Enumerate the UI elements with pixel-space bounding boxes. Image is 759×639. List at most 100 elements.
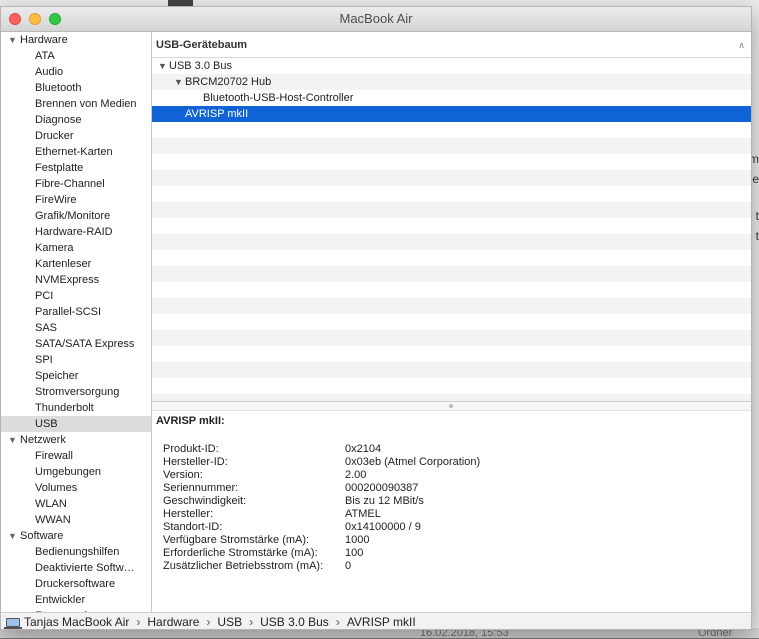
sidebar-category-netzwerk[interactable]: ▼ Netzwerk (1, 432, 151, 448)
detail-value: 0x14100000 / 9 (345, 521, 421, 533)
sidebar-item-volumes[interactable]: Volumes (1, 480, 151, 496)
main-pane: USB-Gerätebaum ∧ ▼ USB 3.0 Bus ▼ BRCM20702 … (152, 32, 751, 613)
tree-header-label: USB-Gerätebaum (156, 39, 248, 51)
sidebar-item-ata[interactable]: ATA (1, 48, 151, 64)
detail-row: Hersteller: ATMEL (156, 508, 751, 521)
sidebar-item-kartenleser[interactable]: Kartenleser (1, 256, 151, 272)
sidebar-item-hardware-raid[interactable]: Hardware-RAID (1, 224, 151, 240)
tree-row-usb-3-0-bus[interactable]: ▼ USB 3.0 Bus (152, 58, 751, 74)
detail-row: Hersteller-ID: 0x03eb (Atmel Corporation) (156, 456, 751, 469)
sidebar-item-usb[interactable]: USB (1, 416, 151, 432)
detail-row: Version: 2.00 (156, 469, 751, 482)
sidebar-item-parallel-scsi[interactable]: Parallel-SCSI (1, 304, 151, 320)
detail-key: Hersteller-ID: (163, 456, 228, 468)
sidebar-item-sata-sata-express[interactable]: SATA/SATA Express (1, 336, 151, 352)
sidebar-item-speicher[interactable]: Speicher (1, 368, 151, 384)
sidebar-item-fibre-channel[interactable]: Fibre-Channel (1, 176, 151, 192)
sidebar-item-umgebungen[interactable]: Umgebungen (1, 464, 151, 480)
detail-key: Zusätzlicher Betriebsstrom (mA): (163, 560, 324, 572)
sidebar-item-festplatte[interactable]: Festplatte (1, 160, 151, 176)
detail-key: Hersteller: (163, 508, 214, 520)
sidebar-item-wlan[interactable]: WLAN (1, 496, 151, 512)
detail-row: Produkt-ID: 0x2104 (156, 443, 751, 456)
sidebar-category-hardware[interactable]: ▼ Hardware (1, 32, 151, 48)
path-segment-usb-3-0-bus[interactable]: USB 3.0 Bus (260, 615, 329, 629)
sidebar-category-label: Netzwerk (20, 434, 66, 446)
tree-row-avrisp-mkii[interactable]: AVRISP mkII (152, 106, 751, 122)
detail-value: 0 (345, 560, 352, 572)
background-text-4: t (755, 229, 759, 243)
usb-device-tree[interactable]: ▼ USB 3.0 Bus ▼ BRCM20702 Hub Bluetooth-USB-… (152, 58, 751, 401)
detail-value: 0x03eb (Atmel Corporation) (345, 456, 481, 468)
tree-row-label: AVRISP mkII (185, 108, 249, 120)
chevron-up-icon[interactable]: ∧ (738, 32, 745, 59)
detail-value: 100 (345, 547, 364, 559)
sidebar-item-nvmexpress[interactable]: NVMExpress (1, 272, 151, 288)
disclosure-triangle-down-icon[interactable]: ▼ (158, 58, 169, 74)
detail-pane: AVRISP mkII: Produkt-ID: 0x2104 Hersteller… (152, 411, 751, 613)
sidebar-item-kamera[interactable]: Kamera (1, 240, 151, 256)
sidebar-item-sas[interactable]: SAS (1, 320, 151, 336)
splitter-handle-icon[interactable] (449, 404, 453, 408)
sidebar-item-spi[interactable]: SPI (1, 352, 151, 368)
path-separator-icon: › (206, 615, 211, 629)
sidebar-item-ethernet-karten[interactable]: Ethernet-Karten (1, 144, 151, 160)
sidebar-item-diagnose[interactable]: Diagnose (1, 112, 151, 128)
sidebar-item-firewall[interactable]: Firewall (1, 448, 151, 464)
tree-row-label: BRCM20702 Hub (185, 76, 272, 88)
path-segment-usb[interactable]: USB (217, 615, 242, 629)
background-text-3: t (755, 209, 759, 223)
sidebar-category-label: Hardware (20, 34, 68, 46)
sidebar-item-drucker[interactable]: Drucker (1, 128, 151, 144)
detail-key: Produkt-ID: (163, 443, 219, 455)
tree-row-bluetooth-usb-host-controller[interactable]: Bluetooth-USB-Host-Controller (152, 90, 751, 106)
detail-key: Erforderliche Stromstärke (mA): (163, 547, 318, 559)
sidebar-item-bedienungshilfen[interactable]: Bedienungshilfen (1, 544, 151, 560)
tree-header[interactable]: USB-Gerätebaum ∧ (152, 32, 751, 58)
sidebar-item-brennen-von-medien[interactable]: Brennen von Medien (1, 96, 151, 112)
detail-key: Verfügbare Stromstärke (mA): (163, 534, 310, 546)
pane-splitter[interactable] (152, 401, 751, 411)
tree-row-brcm20702-hub[interactable]: ▼ BRCM20702 Hub (152, 74, 751, 90)
disclosure-triangle-down-icon[interactable]: ▼ (8, 528, 20, 544)
detail-row: Zusätzlicher Betriebsstrom (mA): 0 (156, 560, 751, 573)
detail-value: 000200090387 (345, 482, 419, 494)
disclosure-triangle-down-icon[interactable]: ▼ (174, 74, 185, 90)
laptop-icon (4, 618, 22, 629)
sidebar-category-label: Software (20, 530, 64, 542)
title-bar[interactable]: MacBook Air (1, 7, 751, 32)
sidebar-item-thunderbolt[interactable]: Thunderbolt (1, 400, 151, 416)
sidebar-item-grafik-monitore[interactable]: Grafik/Monitore (1, 208, 151, 224)
sidebar-item-deaktivierte-softw[interactable]: Deaktivierte Softw… (1, 560, 151, 576)
path-bar: Tanjas MacBook Air › Hardware › USB › USB 3.0 … (1, 612, 751, 629)
sidebar-item-bluetooth[interactable]: Bluetooth (1, 80, 151, 96)
detail-key: Geschwindigkeit: (163, 495, 247, 507)
detail-row: Seriennummer: 000200090387 (156, 482, 751, 495)
sidebar-item-druckersoftware[interactable]: Druckersoftware (1, 576, 151, 592)
sidebar-item-pci[interactable]: PCI (1, 288, 151, 304)
detail-row: Erforderliche Stromstärke (mA): 100 (156, 547, 751, 560)
path-separator-icon: › (136, 615, 141, 629)
sidebar-category-software[interactable]: ▼ Software (1, 528, 151, 544)
detail-value: 1000 (345, 534, 370, 546)
sidebar-item-firewire[interactable]: FireWire (1, 192, 151, 208)
detail-title: AVRISP mkII: (156, 415, 225, 427)
detail-rows: Produkt-ID: 0x2104 Hersteller-ID: 0x03eb (A… (156, 443, 751, 573)
detail-row: Standort-ID: 0x14100000 / 9 (156, 521, 751, 534)
detail-value: 0x2104 (345, 443, 382, 455)
tree-row-label: Bluetooth-USB-Host-Controller (203, 92, 354, 104)
sidebar-item-entwickler[interactable]: Entwickler (1, 592, 151, 608)
sidebar[interactable]: ▼ Hardware ATA Audio Bluetooth Brennen von Me… (1, 32, 152, 612)
disclosure-triangle-down-icon[interactable]: ▼ (8, 432, 20, 448)
path-separator-icon: › (249, 615, 254, 629)
path-segment-tanjas-macbook-air[interactable]: Tanjas MacBook Air (24, 615, 129, 629)
path-segment-hardware[interactable]: Hardware (147, 615, 199, 629)
detail-value: ATMEL (345, 508, 381, 520)
sidebar-item-wwan[interactable]: WWAN (1, 512, 151, 528)
path-segment-avrisp-mkii[interactable]: AVRISP mkII (347, 615, 416, 629)
sidebar-item-stromversorgung[interactable]: Stromversorgung (1, 384, 151, 400)
system-information-window: MacBook Air ▼ Hardware ATA Audio Bluetooth Br… (0, 6, 752, 630)
disclosure-triangle-down-icon[interactable]: ▼ (8, 32, 20, 48)
sidebar-item-audio[interactable]: Audio (1, 64, 151, 80)
detail-key: Standort-ID: (163, 521, 223, 533)
